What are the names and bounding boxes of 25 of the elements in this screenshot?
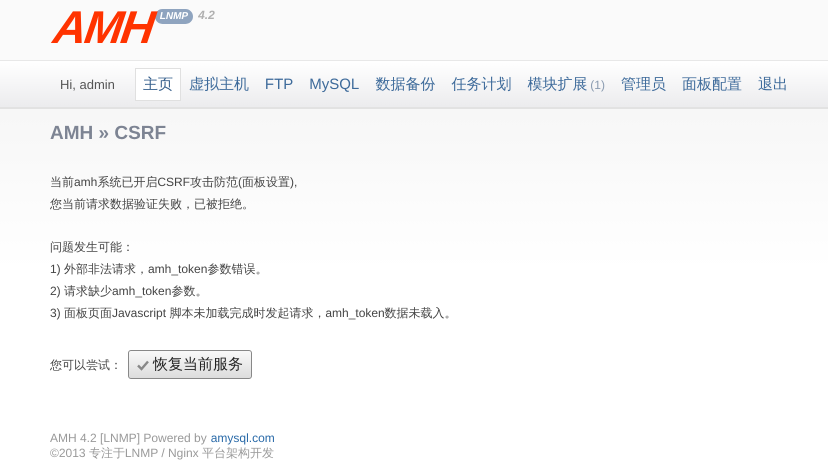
footer-link[interactable]: amysql.com <box>210 431 275 446</box>
nav-tab[interactable]: 虚拟主机 <box>180 68 257 100</box>
nav-tab[interactable]: 数据备份 <box>367 68 444 100</box>
message-line: 您当前请求数据验证失败，已被拒绝。 <box>50 196 255 213</box>
message-line: 3) 面板页面Javascript 脚本未加载完成时发起请求，amh_token数据未载入。 <box>50 305 458 322</box>
nav-tab[interactable]: MySQL <box>301 68 368 100</box>
check-icon <box>137 358 149 370</box>
nav-tab[interactable]: 任务计划 <box>443 68 520 100</box>
nav-tab[interactable]: 模块扩展 (1) <box>519 68 613 100</box>
version-label: 4.2 <box>198 8 215 22</box>
page-title: AMH » CSRF <box>50 123 168 145</box>
nav-tab[interactable]: 主页 <box>134 68 181 100</box>
nav-tab[interactable]: 退出 <box>750 68 796 100</box>
copyright-text: ©2013 专注于LNMP / Nginx 平台架构开发 <box>50 446 276 461</box>
nav-tab[interactable]: 面板配置 <box>674 68 750 100</box>
nav-tab[interactable]: FTP <box>256 68 302 100</box>
footer-text: AMH 4.2 [LNMP] Powered by <box>50 431 207 446</box>
try-label: 您可以尝试： <box>50 356 122 374</box>
message-line: 当前amh系统已开启CSRF攻击防范(面板设置), <box>50 174 298 191</box>
nav-tab[interactable]: 管理员 <box>612 68 674 100</box>
message-line: 问题发生可能： <box>50 239 135 256</box>
message-line: 2) 请求缺少amh_token参数。 <box>50 283 208 300</box>
message-line: 1) 外部非法请求，amh_token参数错误。 <box>50 261 268 278</box>
greeting: Hi, admin <box>60 76 115 92</box>
restore-button[interactable]: 恢复当前服务 <box>128 350 252 379</box>
